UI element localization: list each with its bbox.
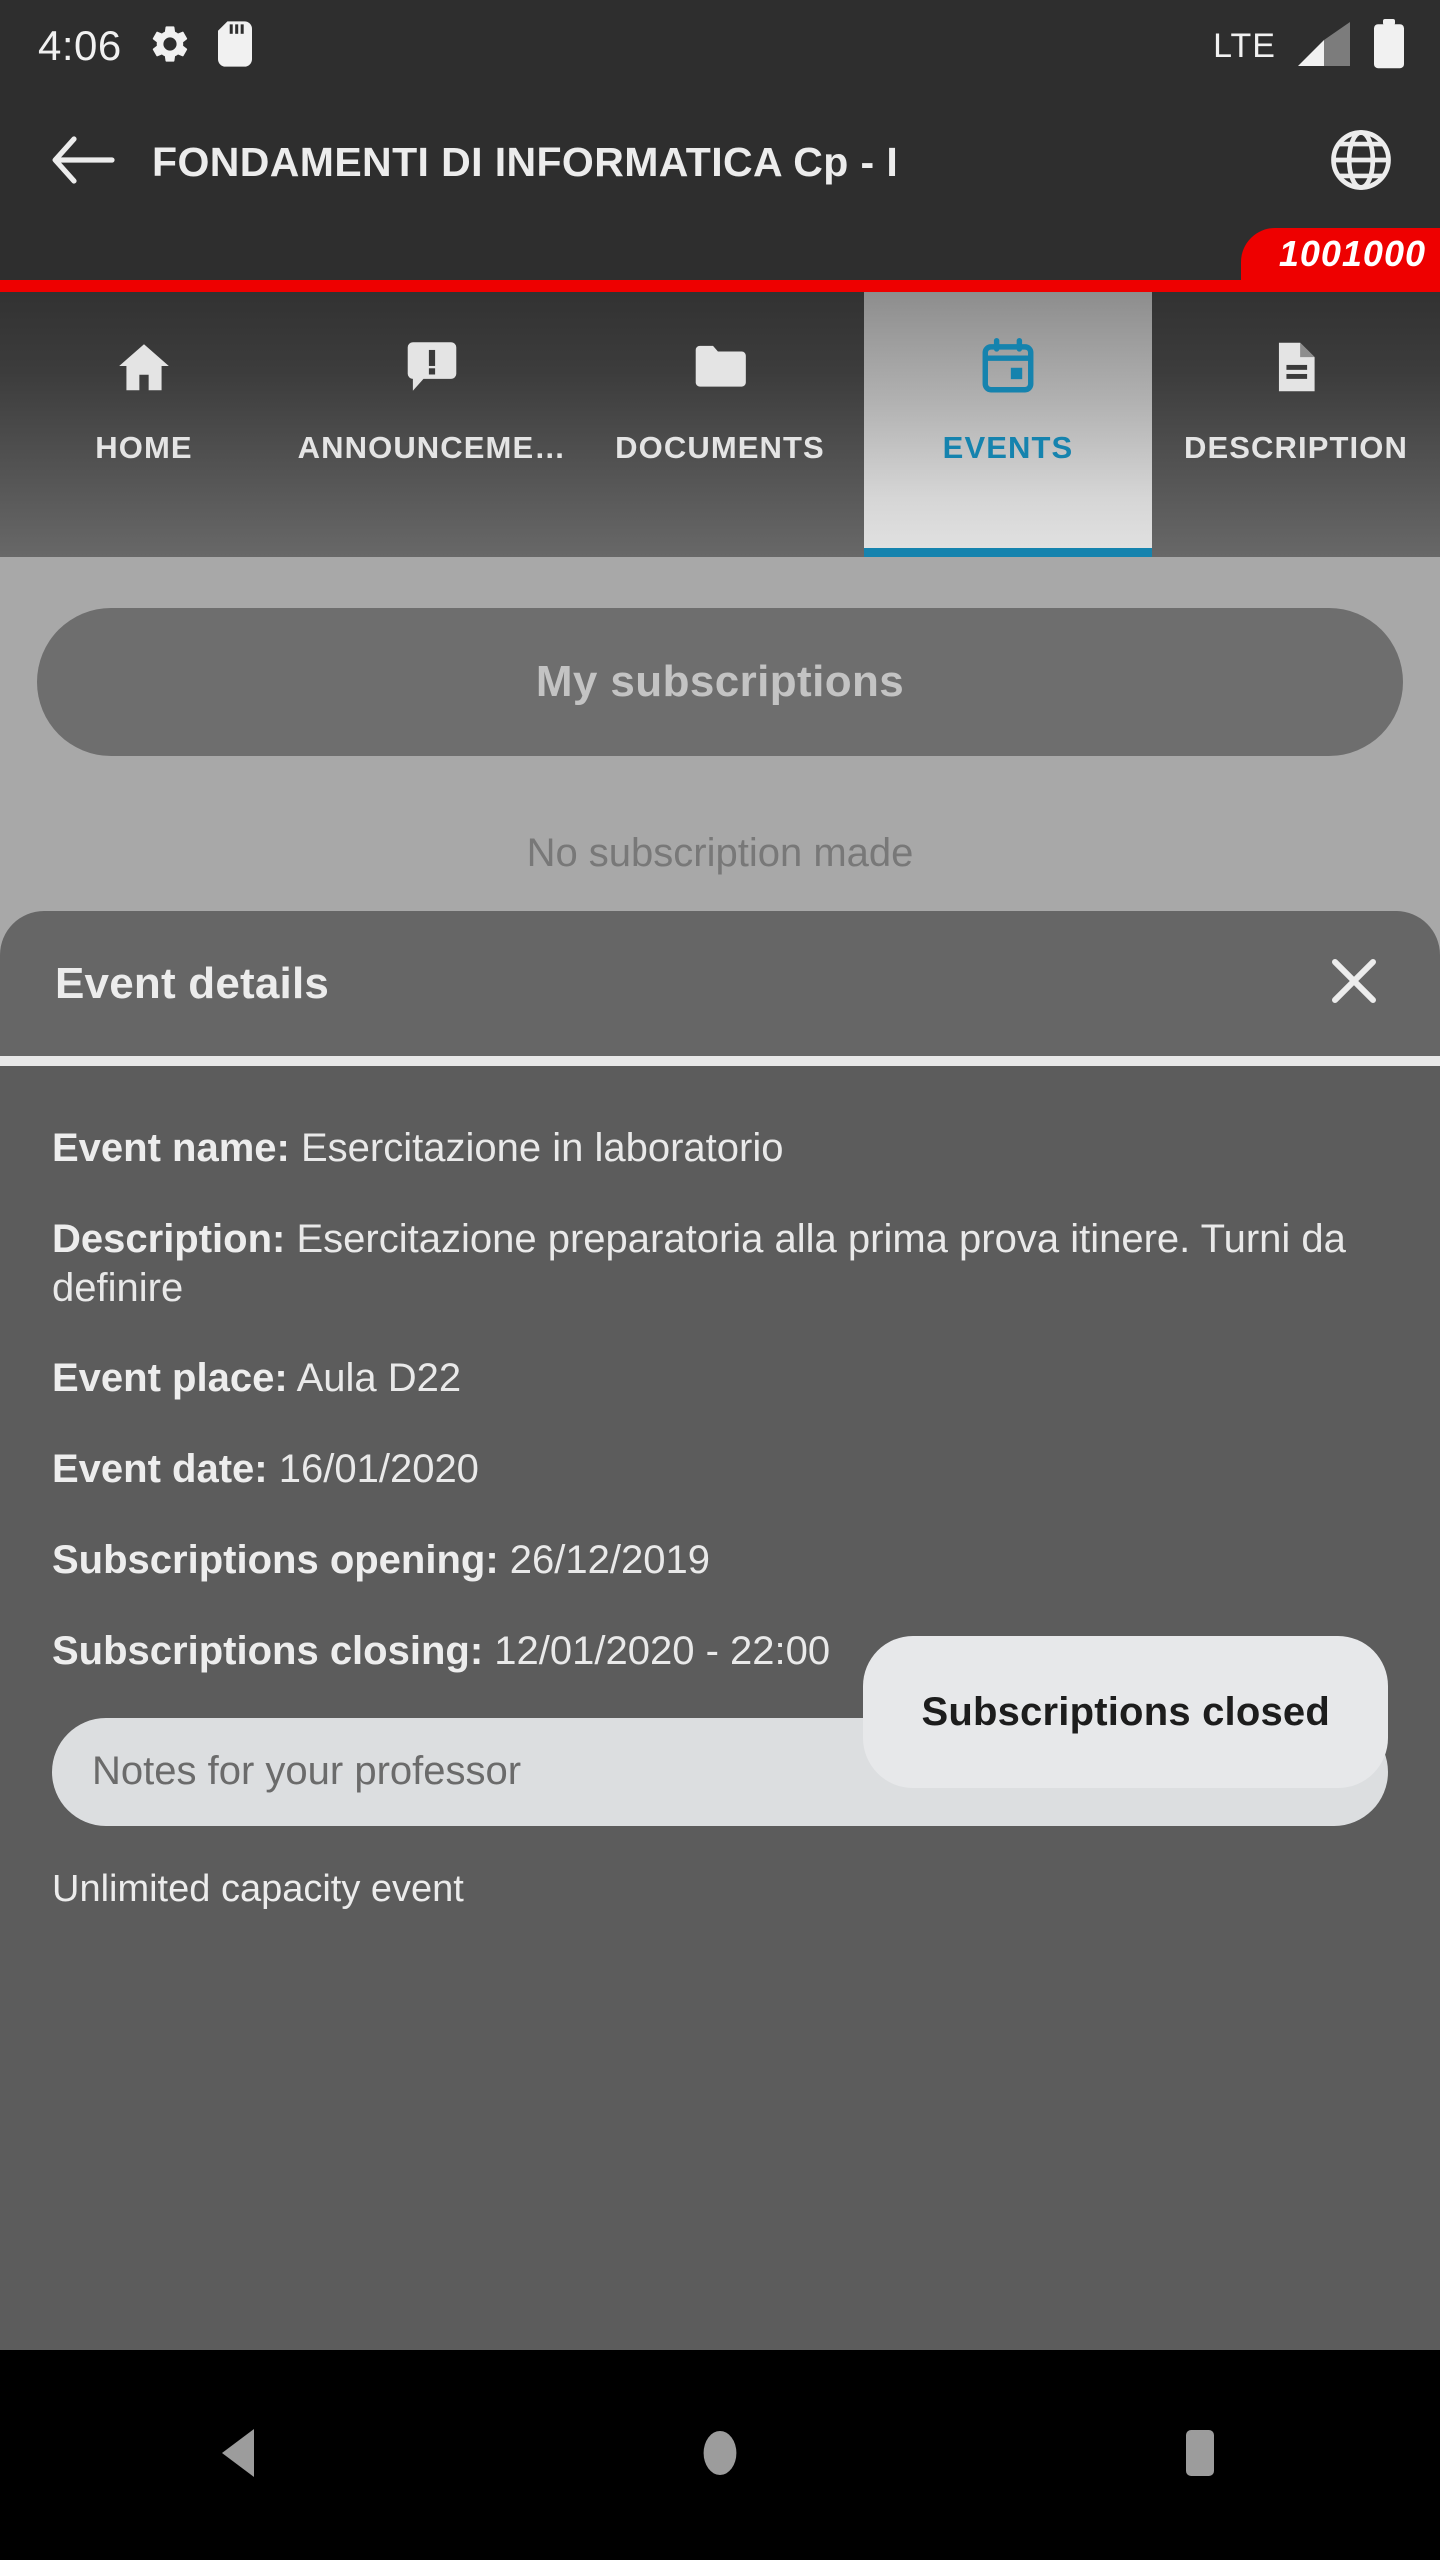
field-value-event-name: Esercitazione in laboratorio — [300, 1126, 784, 1170]
nav-home-icon — [697, 2427, 743, 2484]
network-type-label: LTE — [1213, 27, 1276, 65]
back-arrow-icon — [50, 135, 116, 190]
status-bar-left: 4:06 — [38, 20, 252, 72]
tab-label-announcements: ANNOUNCEME… — [297, 430, 567, 465]
field-key-subscriptions-opening: Subscriptions opening: — [52, 1537, 499, 1582]
language-button[interactable] — [1324, 125, 1398, 199]
back-button[interactable] — [48, 127, 118, 197]
tab-announcements[interactable]: ANNOUNCEME… — [288, 292, 576, 557]
modal-divider — [0, 1056, 1440, 1066]
subscriptions-closed-label: Subscriptions closed — [921, 1689, 1330, 1734]
field-event-date: Event date: 16/01/2020 — [52, 1445, 1388, 1494]
android-nav-bar — [0, 2350, 1440, 2560]
nav-back-button[interactable] — [150, 2385, 330, 2525]
tab-label-description: DESCRIPTION — [1184, 430, 1408, 465]
subscriptions-closed-button[interactable]: Subscriptions closed — [863, 1636, 1388, 1788]
battery-icon — [1372, 18, 1406, 74]
app-bar: FONDAMENTI DI INFORMATICA Cp - I 1001000 — [0, 92, 1440, 292]
nav-home-button[interactable] — [630, 2385, 810, 2525]
field-description: Description: Esercitazione preparatoria … — [52, 1215, 1388, 1313]
status-clock: 4:06 — [38, 22, 122, 69]
tab-home[interactable]: HOME — [0, 292, 288, 557]
phone-screen: 4:06 LTE FONDAMENTI DI INFORMATICA Cp - … — [0, 0, 1440, 2560]
modal-header: Event details — [0, 911, 1440, 1056]
field-key-event-place: Event place: — [52, 1356, 288, 1401]
field-key-event-name: Event name: — [52, 1126, 290, 1170]
close-icon — [1324, 951, 1384, 1016]
tab-events[interactable]: EVENTS — [864, 292, 1152, 557]
field-key-description: Description: — [52, 1216, 286, 1261]
modal-body: Event name: Esercitazione in laboratorio… — [0, 1066, 1440, 2350]
field-value-event-date: 16/01/2020 — [278, 1447, 479, 1492]
status-bar-right: LTE — [1213, 18, 1406, 74]
event-details-modal: Event details Event name: Esercitazione … — [0, 911, 1440, 2350]
accent-red-bar — [0, 280, 1440, 292]
capacity-note: Unlimited capacity event — [52, 1867, 464, 1910]
field-event-place: Event place: Aula D22 — [52, 1354, 1388, 1403]
modal-title: Event details — [55, 958, 330, 1008]
announcement-icon — [401, 330, 463, 404]
home-icon — [113, 330, 175, 404]
cta-row: Subscriptions closed — [863, 1636, 1388, 1788]
document-icon — [1265, 330, 1327, 404]
field-key-event-date: Event date: — [52, 1447, 268, 1492]
nav-recents-icon — [1178, 2427, 1222, 2484]
tab-active-indicator — [864, 548, 1152, 557]
folder-icon — [689, 330, 751, 404]
nav-recents-button[interactable] — [1110, 2385, 1290, 2525]
status-badge: 1001000 — [1240, 228, 1440, 280]
tab-documents[interactable]: DOCUMENTS — [576, 292, 864, 557]
my-subscriptions-button[interactable]: My subscriptions — [37, 608, 1403, 756]
field-value-subscriptions-closing: 12/01/2020 - 22:00 — [494, 1628, 831, 1673]
tab-description[interactable]: DESCRIPTION — [1152, 292, 1440, 557]
my-subscriptions-label: My subscriptions — [535, 657, 905, 706]
field-value-event-place: Aula D22 — [296, 1356, 462, 1401]
calendar-icon — [977, 330, 1039, 404]
field-value-subscriptions-opening: 26/12/2019 — [509, 1537, 710, 1582]
tab-label-events: EVENTS — [942, 430, 1074, 465]
settings-gear-icon — [148, 22, 192, 71]
field-subscriptions-opening: Subscriptions opening: 26/12/2019 — [52, 1536, 1388, 1585]
close-button[interactable] — [1316, 946, 1392, 1022]
tab-label-documents: DOCUMENTS — [615, 430, 825, 465]
app-bar-row: FONDAMENTI DI INFORMATICA Cp - I — [0, 92, 1440, 232]
empty-state-text: No subscription made — [526, 831, 914, 875]
page-title: FONDAMENTI DI INFORMATICA Cp - I — [152, 138, 899, 185]
tab-label-home: HOME — [95, 430, 193, 465]
field-key-subscriptions-closing: Subscriptions closing: — [52, 1628, 484, 1673]
globe-icon — [1328, 127, 1394, 198]
events-page: My subscriptions No subscription made Ev… — [0, 557, 1440, 2350]
notes-placeholder: Notes for your professor — [92, 1749, 522, 1794]
nav-back-icon — [216, 2427, 264, 2484]
field-event-name: Event name: Esercitazione in laboratorio — [52, 1124, 1388, 1173]
tab-bar: HOME ANNOUNCEME… DOCUMENTS EVENTS DESCRI… — [0, 292, 1440, 557]
status-bar: 4:06 LTE — [0, 0, 1440, 92]
sd-card-icon — [217, 20, 252, 72]
signal-bars-icon — [1298, 21, 1350, 71]
